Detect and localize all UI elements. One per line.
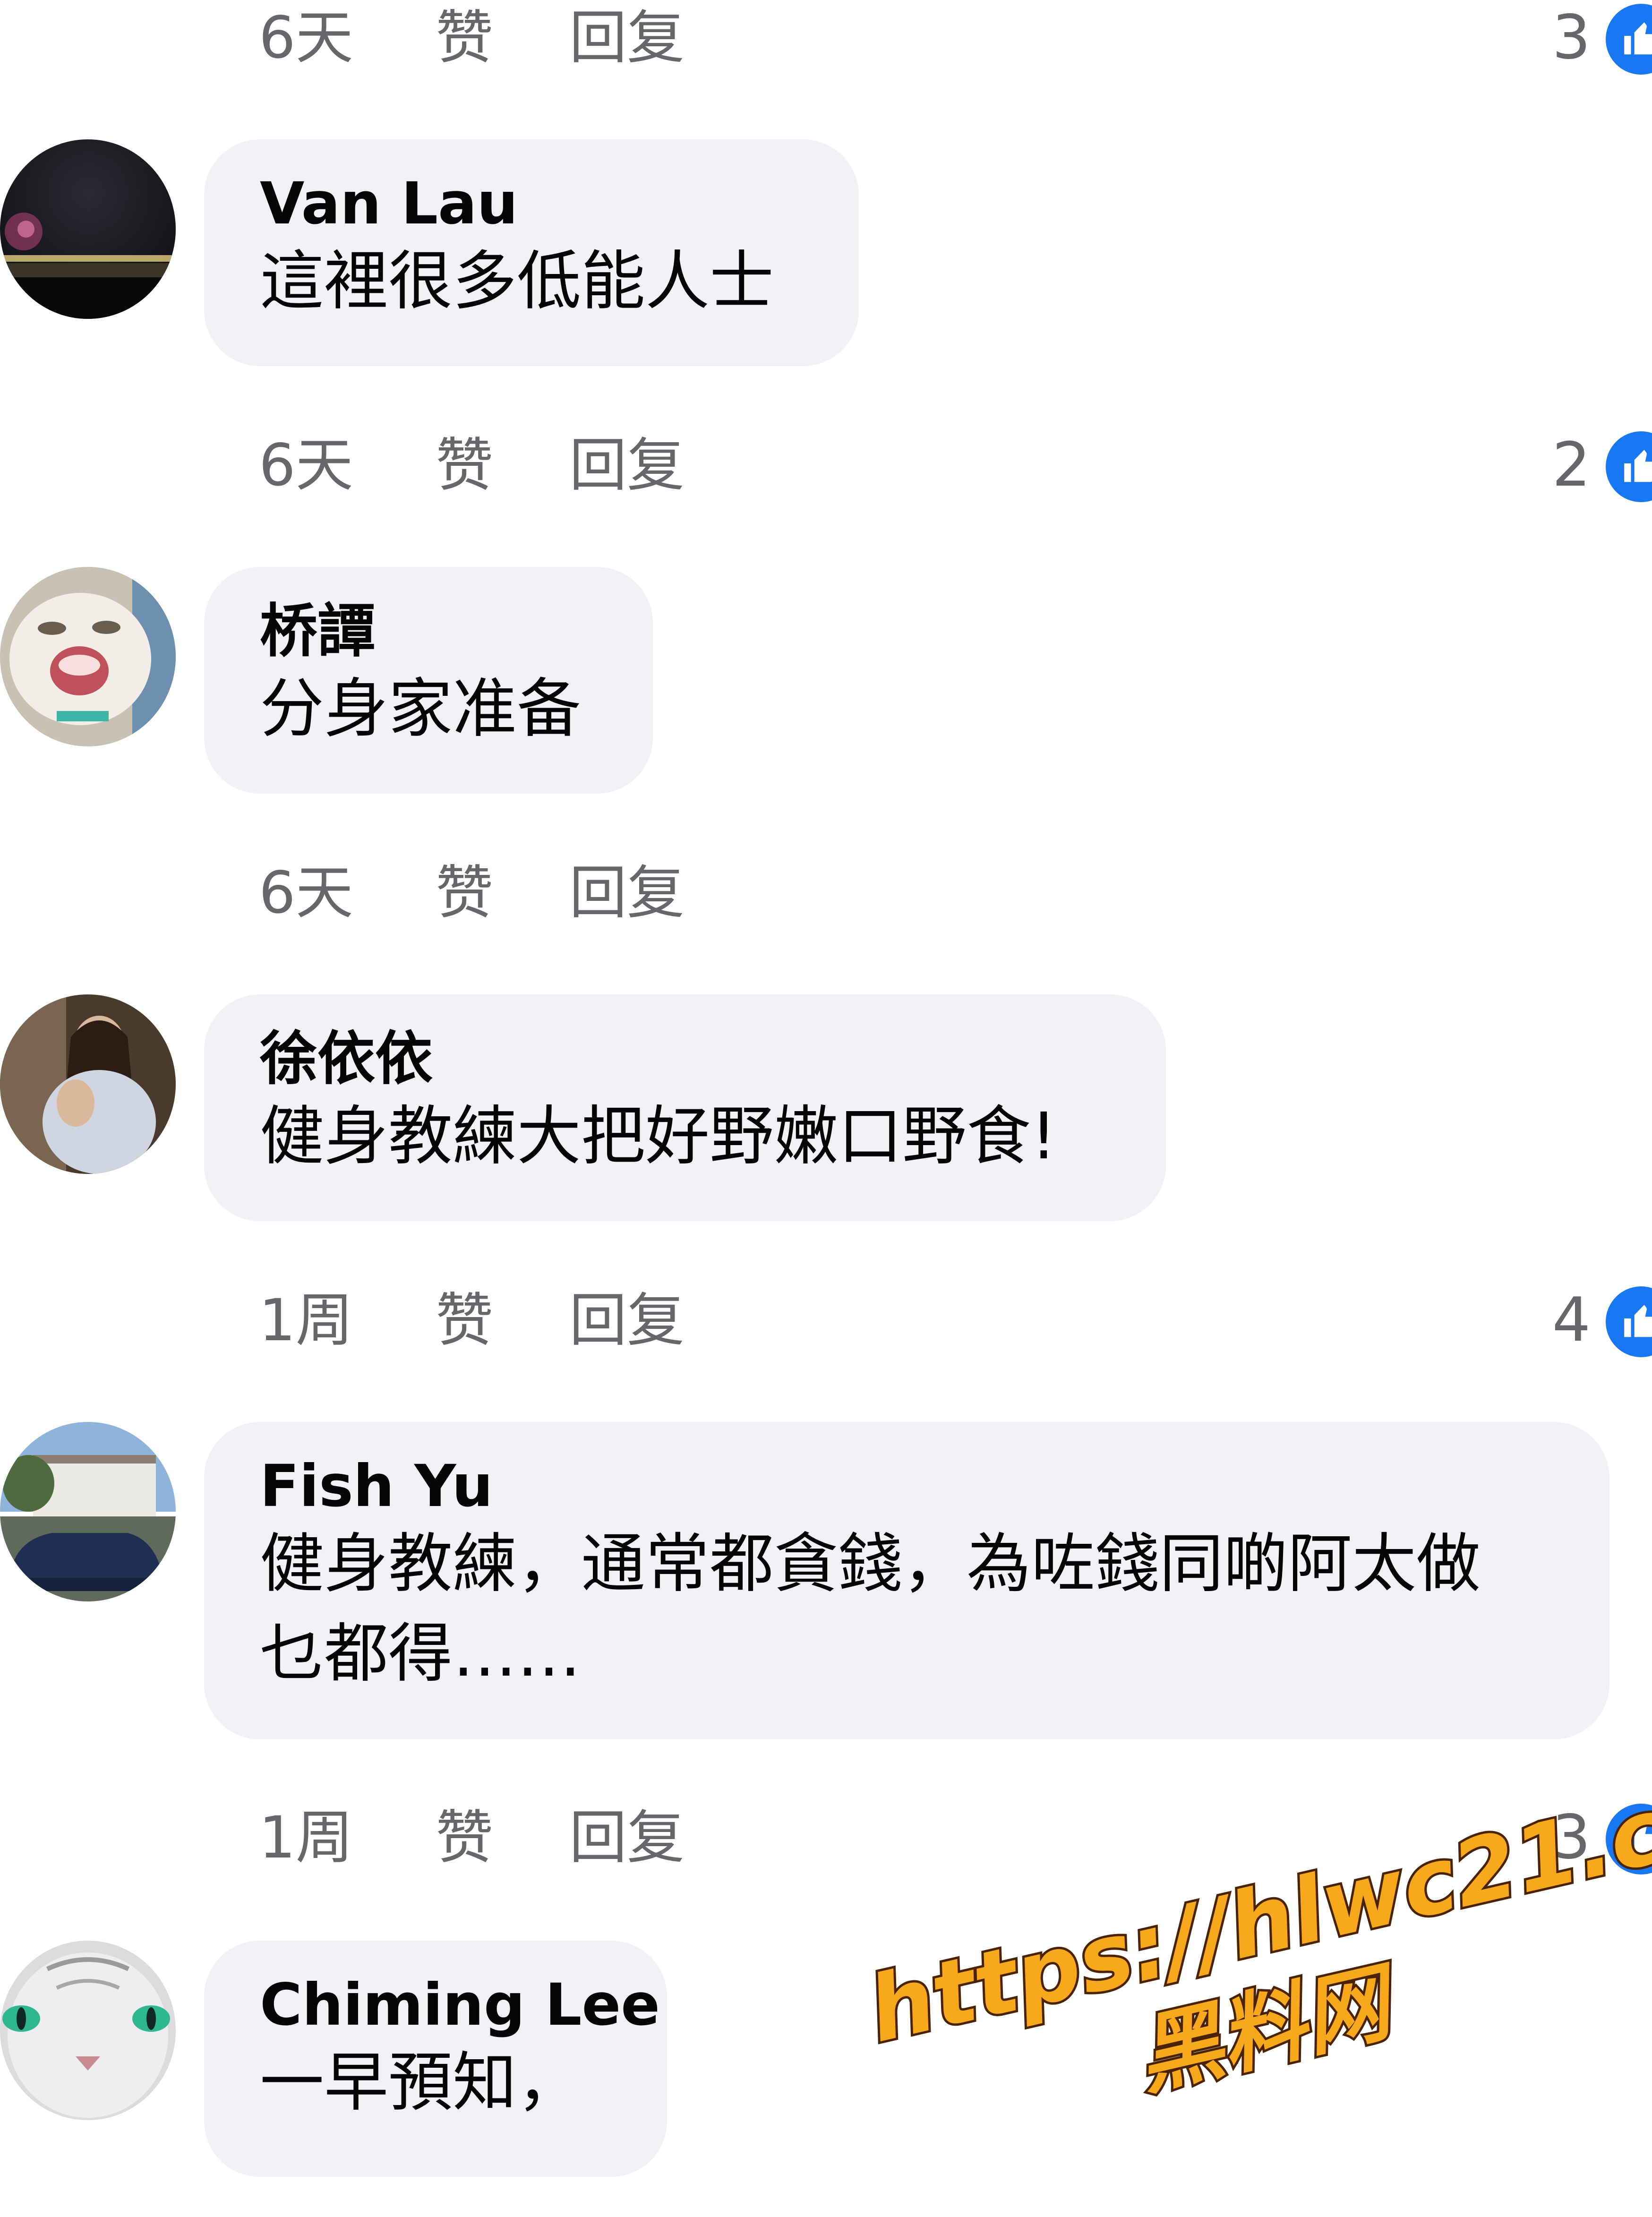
comment-bubble[interactable]: Van Lau 這裡很多低能人士 xyxy=(204,139,859,366)
comment-time: 1周 xyxy=(259,1804,353,1871)
comment-author[interactable]: Van Lau xyxy=(260,171,803,237)
reply-link[interactable]: 回复 xyxy=(569,1283,685,1358)
avatar[interactable] xyxy=(0,567,176,746)
comment-time: 6天 xyxy=(259,4,353,71)
thumbs-up-icon xyxy=(1606,1286,1652,1357)
reply-link[interactable]: 回复 xyxy=(569,428,685,503)
comment-bubble[interactable]: Chiming Lee 一早預知， xyxy=(204,1941,667,2177)
comment-meta-row: 1周 赞 回复 4 xyxy=(0,1283,1652,1358)
comment-text: 分身家准备 xyxy=(260,672,581,746)
comment-author[interactable]: Chiming Lee xyxy=(260,1972,660,2038)
avatar[interactable] xyxy=(0,994,176,1174)
comment-text: 健身教練大把好野嫩口野食! xyxy=(260,1099,1057,1174)
like-link[interactable]: 赞 xyxy=(436,1283,493,1358)
like-link[interactable]: 赞 xyxy=(436,0,493,76)
comment-time: 6天 xyxy=(259,859,353,926)
comment-bubble[interactable]: 徐依依 健身教練大把好野嫩口野食! xyxy=(204,994,1166,1221)
comment-bubble[interactable]: 桥譚 分身家准备 xyxy=(204,567,653,794)
like-link[interactable]: 赞 xyxy=(436,428,493,503)
comment-meta-row: 6天 赞 回复 xyxy=(0,855,1652,931)
comment-time: 1周 xyxy=(259,1287,353,1354)
comment-text-line: 健身教練，通常都貪錢，為咗錢同啲阿太做 xyxy=(260,1527,1481,1601)
reply-link[interactable]: 回复 xyxy=(569,0,685,76)
comment-author[interactable]: 桥譚 xyxy=(260,598,597,664)
comment-text: 一早預知， xyxy=(260,2046,581,2120)
comment-author[interactable]: 徐依依 xyxy=(260,1026,1110,1092)
avatar[interactable] xyxy=(0,1422,176,1601)
reaction-count[interactable]: 4 xyxy=(1552,1283,1591,1358)
like-link[interactable]: 赞 xyxy=(436,1800,493,1875)
thumbs-up-icon xyxy=(1606,431,1652,502)
reaction-count[interactable]: 3 xyxy=(1552,0,1591,76)
comment-meta-row: 6天 赞 回复 2 xyxy=(0,428,1652,503)
reply-link[interactable]: 回复 xyxy=(569,1800,685,1875)
comment-bubble[interactable]: Fish Yu 健身教練，通常都貪錢，為咗錢同啲阿太做 乜都得…… xyxy=(204,1422,1609,1739)
comment-text-line: 乜都得…… xyxy=(260,1617,581,1691)
reply-link[interactable]: 回复 xyxy=(569,855,685,931)
thumbs-up-icon xyxy=(1606,4,1652,75)
comment-meta-row: 6天 赞 回复 3 xyxy=(0,0,1652,76)
like-link[interactable]: 赞 xyxy=(436,855,493,931)
comment-time: 6天 xyxy=(259,432,353,499)
reaction-count[interactable]: 2 xyxy=(1552,428,1591,503)
avatar[interactable] xyxy=(0,139,176,319)
avatar[interactable] xyxy=(0,1941,176,2120)
comment-author[interactable]: Fish Yu xyxy=(260,1453,1554,1519)
comment-text: 這裡很多低能人士 xyxy=(260,244,774,319)
